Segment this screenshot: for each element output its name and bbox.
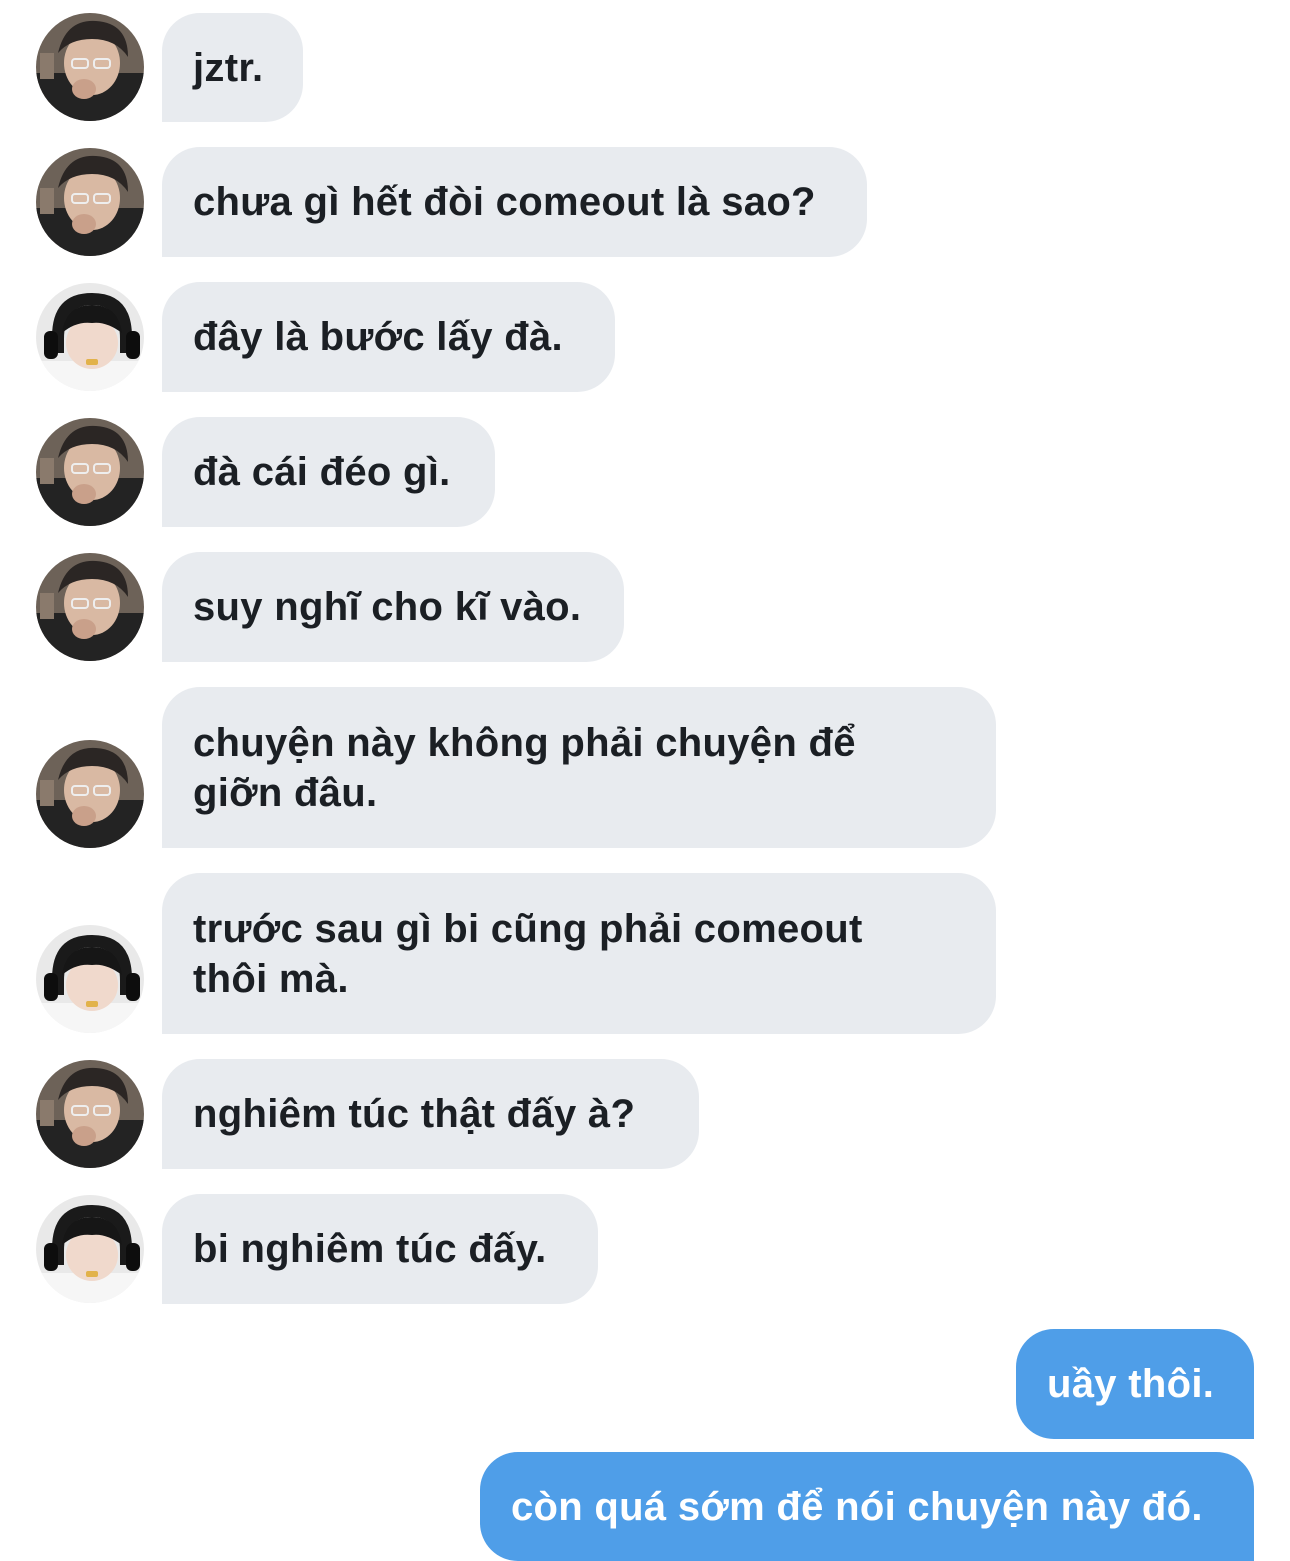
message-text: jztr.: [193, 45, 264, 90]
message-row: suy nghĩ cho kĩ vào.: [0, 552, 1290, 662]
message-text: suy nghĩ cho kĩ vào.: [193, 585, 582, 629]
message-row-outgoing: còn quá sớm để nói chuyện này đó.: [0, 1452, 1290, 1561]
avatar-b-icon[interactable]: [36, 283, 144, 391]
message-text: chưa gì hết đòi comeout là sao?: [193, 180, 816, 224]
message-bubble[interactable]: nghiêm túc thật đấy à?: [162, 1059, 699, 1169]
message-text: trước sau gì bi cũng phải comeout thôi m…: [193, 906, 863, 1001]
message-row-outgoing: uầy thôi.: [0, 1329, 1290, 1439]
message-bubble-outgoing[interactable]: uầy thôi.: [1016, 1329, 1254, 1439]
message-bubble[interactable]: trước sau gì bi cũng phải comeout thôi m…: [162, 873, 996, 1034]
avatar-a-icon[interactable]: [36, 418, 144, 526]
avatar-a-icon[interactable]: [36, 13, 144, 121]
message-bubble[interactable]: đà cái đéo gì.: [162, 417, 495, 527]
message-text: bi nghiêm túc đấy.: [193, 1227, 547, 1271]
message-row: đây là bước lấy đà.: [0, 282, 1290, 392]
message-row: jztr.: [0, 13, 1290, 122]
avatar-b-icon[interactable]: [36, 1195, 144, 1303]
message-bubble[interactable]: jztr.: [162, 13, 303, 122]
message-row: đà cái đéo gì.: [0, 417, 1290, 527]
avatar-a-icon[interactable]: [36, 740, 144, 848]
message-bubble[interactable]: chuyện này không phải chuyện để giỡn đâu…: [162, 687, 996, 848]
message-bubble[interactable]: suy nghĩ cho kĩ vào.: [162, 552, 624, 662]
avatar-a-icon[interactable]: [36, 1060, 144, 1168]
message-bubble-outgoing[interactable]: còn quá sớm để nói chuyện này đó.: [480, 1452, 1254, 1561]
avatar-b-icon[interactable]: [36, 925, 144, 1033]
message-bubble[interactable]: đây là bước lấy đà.: [162, 282, 615, 392]
message-text: đà cái đéo gì.: [193, 450, 451, 494]
message-bubble[interactable]: bi nghiêm túc đấy.: [162, 1194, 598, 1304]
avatar-a-icon[interactable]: [36, 553, 144, 661]
message-text: đây là bước lấy đà.: [193, 315, 563, 359]
message-text: nghiêm túc thật đấy à?: [193, 1092, 636, 1136]
message-row: trước sau gì bi cũng phải comeout thôi m…: [0, 873, 1290, 1034]
message-text: còn quá sớm để nói chuyện này đó.: [511, 1484, 1203, 1529]
avatar-a-icon[interactable]: [36, 148, 144, 256]
message-text: chuyện này không phải chuyện để giỡn đâu…: [193, 720, 856, 815]
message-row: chuyện này không phải chuyện để giỡn đâu…: [0, 687, 1290, 848]
message-bubble[interactable]: chưa gì hết đòi comeout là sao?: [162, 147, 867, 257]
message-row: nghiêm túc thật đấy à?: [0, 1059, 1290, 1169]
message-text: uầy thôi.: [1047, 1362, 1215, 1406]
message-row: bi nghiêm túc đấy.: [0, 1194, 1290, 1304]
message-row: chưa gì hết đòi comeout là sao?: [0, 147, 1290, 257]
